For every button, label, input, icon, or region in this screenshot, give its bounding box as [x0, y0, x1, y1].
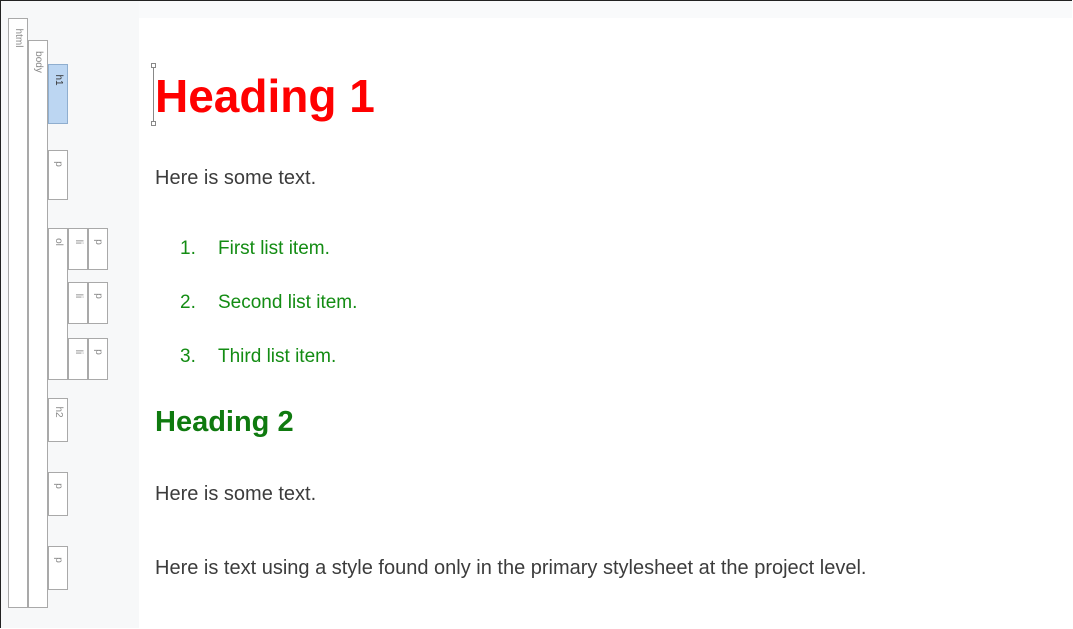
- structure-bar-html[interactable]: html: [8, 18, 28, 608]
- structure-bar-html-label: html: [13, 28, 24, 48]
- structure-bar-li-label: li: [73, 239, 84, 245]
- list-item[interactable]: 3. Third list item.: [180, 345, 336, 369]
- paragraph-3[interactable]: Here is text using a style found only in…: [155, 556, 866, 580]
- structure-bar-li-1[interactable]: li: [68, 228, 88, 270]
- selection-line: [153, 66, 154, 124]
- structure-bar-li-label: li: [73, 293, 84, 299]
- structure-bar-p-2[interactable]: p: [48, 472, 68, 516]
- structure-bar-h1[interactable]: h1: [48, 64, 68, 124]
- structure-bar-p-label: p: [93, 349, 104, 355]
- structure-bar-body[interactable]: body: [28, 40, 48, 608]
- list-item-text: First list item.: [218, 238, 330, 259]
- structure-bar-p-label: p: [53, 161, 64, 167]
- structure-bar-body-label: body: [33, 51, 44, 73]
- heading-2[interactable]: Heading 2: [155, 404, 294, 440]
- list-item-text: Third list item.: [218, 346, 337, 367]
- structure-bar-p-1[interactable]: p: [48, 150, 68, 200]
- structure-bar-p-3[interactable]: p: [48, 546, 68, 590]
- list-item[interactable]: 2. Second list item.: [180, 291, 357, 315]
- list-number: 3.: [180, 346, 196, 367]
- structure-bar-p-li-3[interactable]: p: [88, 338, 108, 380]
- list-number: 1.: [180, 238, 196, 259]
- structure-bar-li-label: li: [73, 349, 84, 355]
- list-item-text: Second list item.: [218, 292, 358, 313]
- structure-bar-p-li-1[interactable]: p: [88, 228, 108, 270]
- structure-bar-ol-label: ol: [53, 238, 64, 246]
- structure-bar-h2[interactable]: h2: [48, 398, 68, 442]
- list-number: 2.: [180, 292, 196, 313]
- structure-bar-p-li-2[interactable]: p: [88, 282, 108, 324]
- structure-bar-p-label: p: [93, 239, 104, 245]
- structure-bar-h1-label: h1: [53, 74, 64, 86]
- structure-bar-ol[interactable]: ol: [48, 228, 68, 380]
- paragraph-2[interactable]: Here is some text.: [155, 482, 316, 506]
- list-item[interactable]: 1. First list item.: [180, 237, 330, 261]
- structure-bar-p-label: p: [53, 483, 64, 489]
- structure-bar-h2-label: h2: [53, 406, 64, 418]
- structure-bar-p-label: p: [93, 293, 104, 299]
- structure-bar-li-3[interactable]: li: [68, 338, 88, 380]
- editor-top-strip: [139, 1, 1072, 18]
- structure-bar-li-2[interactable]: li: [68, 282, 88, 324]
- paragraph-1[interactable]: Here is some text.: [155, 166, 316, 190]
- structure-bar-p-label: p: [53, 557, 64, 563]
- heading-1[interactable]: Heading 1: [155, 68, 375, 124]
